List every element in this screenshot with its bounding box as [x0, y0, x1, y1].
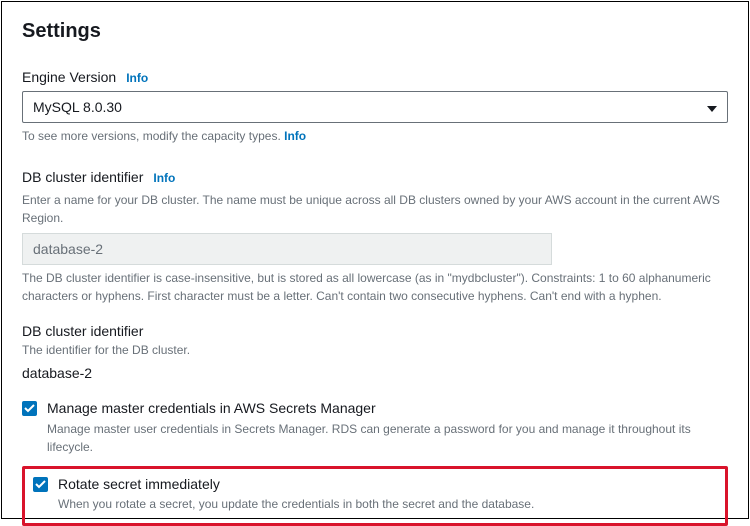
db-cluster-id-ro-value: database-2	[22, 365, 728, 381]
db-cluster-id-info-link[interactable]: Info	[153, 171, 175, 185]
check-icon	[35, 480, 46, 489]
manage-credentials-checkbox[interactable]	[22, 401, 37, 416]
db-cluster-id-desc: Enter a name for your DB cluster. The na…	[22, 191, 728, 227]
page-title: Settings	[22, 20, 728, 43]
manage-credentials-row: Manage master credentials in AWS Secrets…	[22, 399, 728, 456]
db-cluster-id-constraints: The DB cluster identifier is case-insens…	[22, 269, 728, 305]
rotate-secret-highlight: Rotate secret immediately When you rotat…	[22, 466, 728, 526]
rotate-secret-content: Rotate secret immediately When you rotat…	[58, 475, 717, 514]
rotate-secret-desc: When you rotate a secret, you update the…	[58, 495, 717, 513]
db-cluster-id-ro-label: DB cluster identifier	[22, 323, 728, 339]
engine-version-hint-text: To see more versions, modify the capacit…	[22, 129, 284, 143]
db-cluster-id-input[interactable]	[22, 233, 552, 265]
db-cluster-id-label: DB cluster identifier	[22, 169, 143, 185]
manage-credentials-content: Manage master credentials in AWS Secrets…	[47, 399, 728, 456]
rotate-secret-row: Rotate secret immediately When you rotat…	[33, 475, 717, 514]
check-icon	[24, 404, 35, 413]
manage-credentials-label: Manage master credentials in AWS Secrets…	[47, 399, 728, 419]
engine-version-selected: MySQL 8.0.30	[33, 99, 122, 115]
db-cluster-id-label-row: DB cluster identifier Info	[22, 169, 728, 185]
engine-version-label: Engine Version	[22, 69, 116, 85]
engine-version-hint-info-link[interactable]: Info	[284, 129, 306, 143]
db-cluster-id-ro-desc: The identifier for the DB cluster.	[22, 341, 728, 359]
db-cluster-id-input-group: DB cluster identifier Info Enter a name …	[22, 169, 728, 305]
engine-version-select[interactable]: MySQL 8.0.30	[22, 91, 728, 123]
engine-version-group: Engine Version Info MySQL 8.0.30 To see …	[22, 69, 728, 145]
manage-credentials-desc: Manage master user credentials in Secret…	[47, 420, 728, 456]
engine-version-info-link[interactable]: Info	[126, 71, 148, 85]
chevron-down-icon	[707, 99, 717, 115]
db-cluster-id-readonly-group: DB cluster identifier The identifier for…	[22, 323, 728, 381]
settings-panel: Settings Engine Version Info MySQL 8.0.3…	[1, 1, 749, 519]
engine-version-label-row: Engine Version Info	[22, 69, 728, 85]
engine-version-hint: To see more versions, modify the capacit…	[22, 127, 728, 145]
rotate-secret-checkbox[interactable]	[33, 477, 48, 492]
rotate-secret-label: Rotate secret immediately	[58, 475, 717, 495]
